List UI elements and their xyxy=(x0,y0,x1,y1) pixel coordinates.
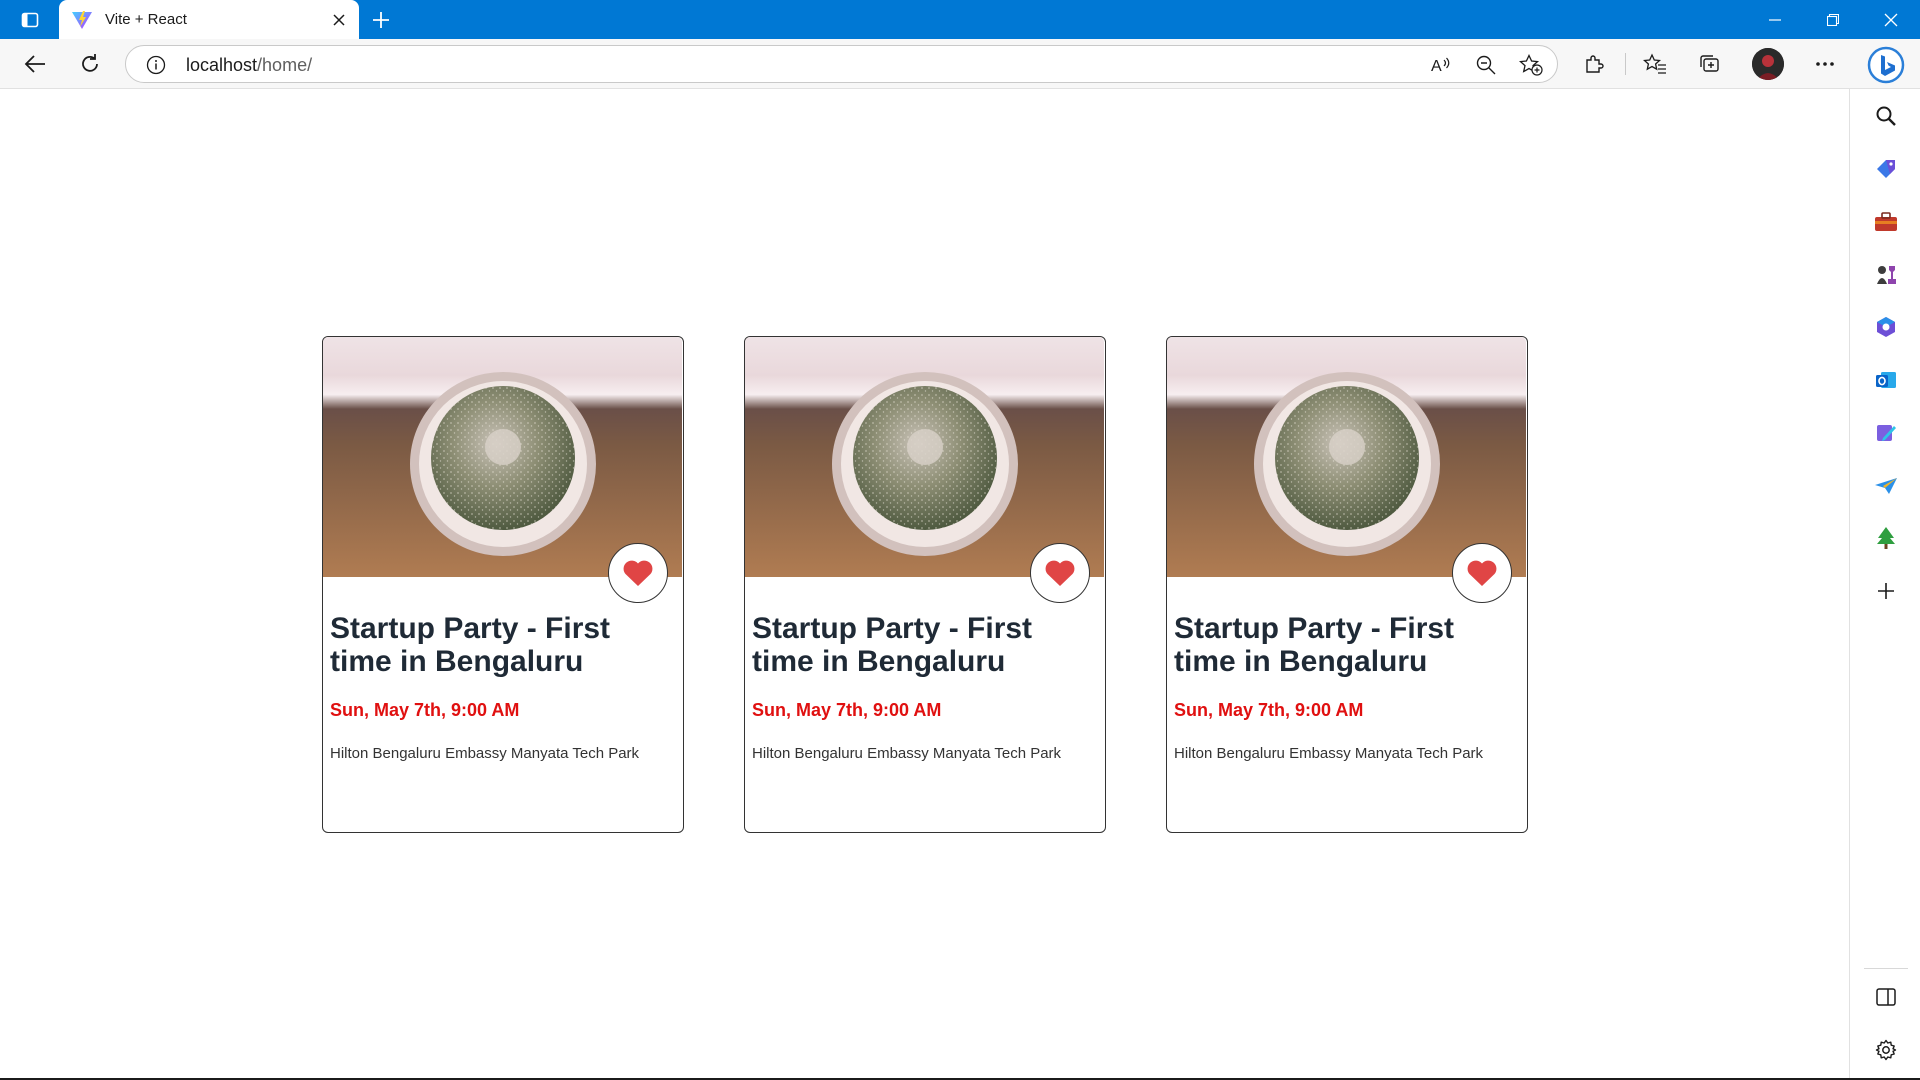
event-image xyxy=(745,337,1104,577)
tree-icon[interactable] xyxy=(1872,524,1900,552)
tab-title: Vite + React xyxy=(105,11,187,28)
event-card[interactable]: Startup Party - First time in Bengaluru … xyxy=(322,336,684,833)
back-arrow-icon[interactable] xyxy=(18,47,52,81)
zoom-out-icon[interactable] xyxy=(1473,52,1499,78)
event-venue: Hilton Bengaluru Embassy Manyata Tech Pa… xyxy=(1174,745,1484,762)
designer-icon[interactable] xyxy=(1872,419,1900,447)
edge-sidebar xyxy=(1849,89,1920,1080)
heart-icon xyxy=(623,560,653,586)
browser-tab-active[interactable]: Vite + React xyxy=(59,0,359,39)
search-icon[interactable] xyxy=(1872,102,1900,130)
vite-logo-icon xyxy=(71,10,93,30)
event-title: Startup Party - First time in Bengaluru xyxy=(330,612,611,678)
url-text[interactable]: localhost/home/ xyxy=(186,55,312,76)
url-host: localhost xyxy=(186,55,258,75)
close-window-icon[interactable] xyxy=(1868,0,1914,39)
toolbar-divider xyxy=(1625,53,1626,75)
event-image xyxy=(1167,337,1526,577)
event-venue: Hilton Bengaluru Embassy Manyata Tech Pa… xyxy=(330,745,640,762)
send-paper-plane-icon[interactable] xyxy=(1872,472,1900,500)
event-card[interactable]: Startup Party - First time in Bengaluru … xyxy=(744,336,1106,833)
refresh-icon[interactable] xyxy=(73,47,107,81)
event-card[interactable]: Startup Party - First time in Bengaluru … xyxy=(1166,336,1528,833)
event-title: Startup Party - First time in Bengaluru xyxy=(1174,612,1455,678)
more-options-icon[interactable] xyxy=(1808,47,1842,81)
browser-titlebar: Vite + React xyxy=(0,0,1920,39)
add-sidebar-app-icon[interactable] xyxy=(1872,577,1900,605)
add-favorite-icon[interactable] xyxy=(1518,52,1544,78)
tab-actions-icon[interactable] xyxy=(12,8,48,32)
browser-navbar: localhost/home/ A xyxy=(0,39,1920,89)
outlook-icon[interactable] xyxy=(1872,366,1900,394)
restore-icon[interactable] xyxy=(1810,0,1856,39)
tools-briefcase-icon[interactable] xyxy=(1872,208,1900,236)
event-venue: Hilton Bengaluru Embassy Manyata Tech Pa… xyxy=(752,745,1062,762)
event-date: Sun, May 7th, 9:00 AM xyxy=(752,700,942,720)
heart-icon xyxy=(1467,560,1497,586)
hide-sidebar-icon[interactable] xyxy=(1872,983,1900,1011)
heart-icon xyxy=(1045,560,1075,586)
new-tab-icon[interactable] xyxy=(368,8,394,32)
url-path: /home/ xyxy=(257,55,313,75)
shopping-tag-icon[interactable] xyxy=(1872,155,1900,183)
event-date: Sun, May 7th, 9:00 AM xyxy=(1174,700,1364,720)
event-title: Startup Party - First time in Bengaluru xyxy=(752,612,1033,678)
event-date: Sun, May 7th, 9:00 AM xyxy=(330,700,520,720)
games-chess-icon[interactable] xyxy=(1872,260,1900,288)
favorite-button[interactable] xyxy=(1452,543,1512,603)
microsoft-365-icon[interactable] xyxy=(1872,313,1900,341)
extensions-icon[interactable] xyxy=(1577,47,1611,81)
bing-copilot-icon[interactable] xyxy=(1867,46,1905,84)
favorite-button[interactable] xyxy=(608,543,668,603)
sidebar-divider xyxy=(1864,968,1908,969)
profile-avatar[interactable] xyxy=(1752,48,1784,80)
minimize-icon[interactable] xyxy=(1752,0,1798,39)
favorite-button[interactable] xyxy=(1030,543,1090,603)
collections-icon[interactable] xyxy=(1693,47,1727,81)
read-aloud-icon[interactable]: A xyxy=(1428,52,1454,78)
favorites-icon[interactable] xyxy=(1638,47,1672,81)
tab-close-icon[interactable] xyxy=(329,10,349,30)
event-image xyxy=(323,337,682,577)
site-info-icon[interactable] xyxy=(146,55,166,75)
address-bar[interactable]: localhost/home/ A xyxy=(125,45,1558,83)
svg-text:A: A xyxy=(1431,58,1442,75)
settings-gear-icon[interactable] xyxy=(1872,1036,1900,1064)
